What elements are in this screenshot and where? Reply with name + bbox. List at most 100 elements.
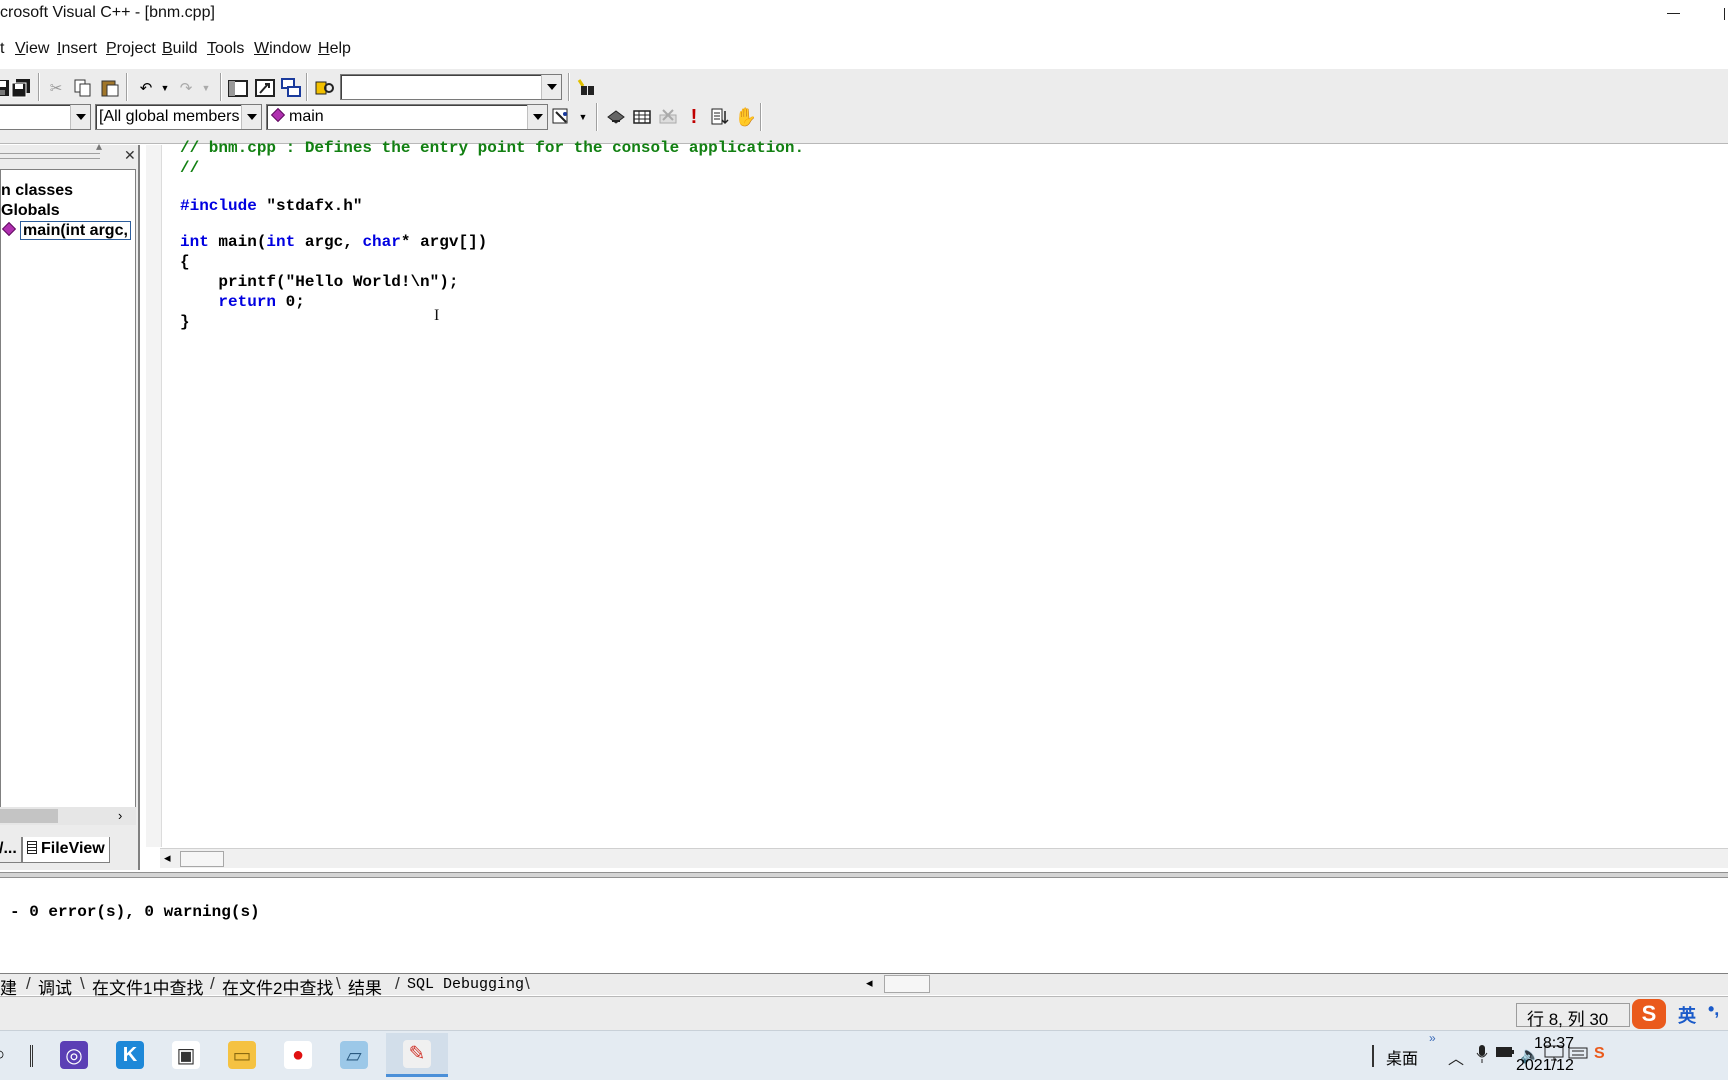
double-chevron-icon[interactable]: »	[1429, 1031, 1436, 1045]
toolbar-separator	[38, 73, 40, 101]
find-in-files-icon[interactable]	[312, 75, 338, 101]
chevron-down-icon[interactable]	[70, 105, 90, 129]
chevron-up-icon[interactable]: ︿	[1448, 1045, 1464, 1069]
app-glyph: ●	[284, 1041, 312, 1069]
ime-indicator[interactable]: S 英 •,	[1632, 997, 1728, 1031]
chevron-down-icon[interactable]	[541, 75, 561, 99]
paste-icon[interactable]	[97, 75, 123, 101]
k-app-icon[interactable]: K	[112, 1037, 148, 1073]
minimize-button[interactable]	[1662, 0, 1686, 28]
code-line[interactable]: }	[180, 313, 804, 333]
tree-node-globals[interactable]: Globals	[1, 202, 60, 220]
code-line[interactable]: printf("Hello World!\n");	[180, 273, 804, 293]
search-icon[interactable]: ○	[0, 1044, 5, 1065]
scrollbar-thumb[interactable]	[0, 809, 58, 823]
code-keyword: int	[180, 233, 209, 251]
menu-t[interactable]: t	[0, 40, 4, 58]
code-text: {	[180, 253, 190, 271]
workspace-icon[interactable]	[225, 75, 251, 101]
save-all-icon[interactable]	[8, 75, 34, 101]
close-icon[interactable]: ✕	[124, 147, 136, 164]
maximize-pane-icon[interactable]: ▴	[96, 139, 102, 153]
record-app-icon[interactable]: ●	[280, 1037, 316, 1073]
code-comment: // bnm.cpp : Defines the entry point for…	[180, 139, 805, 157]
toolbar-separator	[126, 73, 128, 101]
code-line[interactable]: //	[180, 159, 804, 179]
code-text: * argv[])	[400, 233, 488, 251]
tree-node-main[interactable]: main(int argc,	[1, 221, 131, 240]
tab-fileview[interactable]: FileView	[22, 837, 110, 863]
output-tab[interactable]: SQL Debugging	[407, 976, 524, 993]
store-app-icon[interactable]: ▣	[168, 1037, 204, 1073]
go-icon[interactable]	[707, 104, 733, 130]
insert-breakpoint-icon[interactable]: ✋	[733, 104, 759, 130]
code-keyword: char	[362, 233, 401, 251]
ime-punctuation[interactable]: •,	[1708, 999, 1719, 1020]
sogou-tray-icon[interactable]: S	[1594, 1045, 1605, 1063]
sogou-ime-icon[interactable]: S	[1632, 999, 1666, 1029]
code-line[interactable]	[180, 179, 804, 195]
scroll-left-icon[interactable]: ◂	[164, 850, 171, 866]
battery-icon[interactable]	[1495, 1045, 1515, 1064]
code-editor[interactable]: // bnm.cpp : Defines the entry point for…	[138, 139, 1728, 870]
output-pane: - 0 error(s), 0 warning(s)	[0, 880, 1728, 972]
app-glyph: ▭	[228, 1041, 256, 1069]
visual-cpp-app-icon[interactable]: ✎	[386, 1033, 448, 1077]
stop-build-icon[interactable]	[655, 104, 681, 130]
function-combo[interactable]: main	[266, 104, 548, 130]
chevron-down-icon[interactable]	[241, 105, 261, 129]
microphone-icon[interactable]	[1476, 1045, 1488, 1068]
members-filter-combo[interactable]: [All global members	[95, 104, 262, 130]
tab-divider: /	[26, 974, 31, 993]
scrollbar-thumb[interactable]	[884, 975, 930, 993]
class-combo[interactable]	[0, 104, 91, 130]
code-line[interactable]: #include "stdafx.h"	[180, 197, 804, 217]
build-icon[interactable]	[629, 104, 655, 130]
window-list-icon[interactable]	[278, 75, 304, 101]
ime-language[interactable]: 英	[1678, 1002, 1696, 1028]
pane-gripper[interactable]	[0, 153, 100, 159]
pane-splitter[interactable]	[0, 872, 1728, 878]
selection-margin[interactable]	[146, 145, 162, 847]
find-icon[interactable]	[573, 75, 599, 101]
output-horizontal-scrollbar[interactable]: ◂	[860, 973, 1728, 995]
notes-app-icon[interactable]: ▱	[336, 1037, 372, 1073]
menu-help[interactable]: Help	[318, 40, 351, 58]
redo-dropdown-icon[interactable]: ▼	[193, 75, 219, 101]
code-line[interactable]: // bnm.cpp : Defines the entry point for…	[180, 139, 804, 159]
find-combo[interactable]	[340, 74, 562, 100]
cut-icon[interactable]: ✂	[43, 75, 69, 101]
maximize-button[interactable]	[1724, 8, 1728, 20]
scroll-right-icon[interactable]: ›	[118, 808, 122, 823]
code-keyword: return	[218, 293, 277, 311]
clock-time[interactable]: 18:37	[1534, 1035, 1574, 1053]
qq-app-icon[interactable]: ◎	[56, 1037, 92, 1073]
app-glyph: ✎	[403, 1039, 431, 1068]
scrollbar-thumb[interactable]	[180, 851, 224, 867]
scroll-left-icon[interactable]: ◂	[866, 975, 873, 991]
menu-window[interactable]: Window	[254, 40, 311, 58]
menu-insert[interactable]: Insert	[57, 40, 97, 58]
workspace-horizontal-scrollbar[interactable]: ›	[0, 807, 136, 825]
source-code[interactable]: // bnm.cpp : Defines the entry point for…	[180, 139, 804, 333]
tree-node-classes[interactable]: n classes	[1, 182, 73, 200]
code-line[interactable]: {	[180, 253, 804, 273]
menu-project[interactable]: Project	[106, 40, 156, 58]
menu-build[interactable]: Build	[162, 40, 198, 58]
execute-icon[interactable]: !	[681, 104, 707, 130]
desktop-toolbar-label[interactable]: 桌面	[1386, 1045, 1418, 1069]
code-line[interactable]: return 0;	[180, 293, 804, 313]
tab-resourceview[interactable]: /...	[0, 837, 22, 863]
editor-horizontal-scrollbar[interactable]: ◂	[160, 848, 1728, 868]
file-explorer-icon[interactable]: ▭	[224, 1037, 260, 1073]
compile-icon[interactable]	[603, 104, 629, 130]
code-line[interactable]: int main(int argc, char* argv[])	[180, 233, 804, 253]
clock-date[interactable]: 2021/12	[1516, 1057, 1574, 1075]
output-window-icon[interactable]	[252, 75, 278, 101]
code-line[interactable]	[180, 217, 804, 233]
chevron-down-icon[interactable]	[527, 105, 547, 129]
menu-tools[interactable]: Tools	[207, 40, 244, 58]
menu-view[interactable]: View	[15, 40, 49, 58]
copy-icon[interactable]	[70, 75, 96, 101]
wizardbar-action-dropdown-icon[interactable]: ▼	[570, 104, 596, 130]
